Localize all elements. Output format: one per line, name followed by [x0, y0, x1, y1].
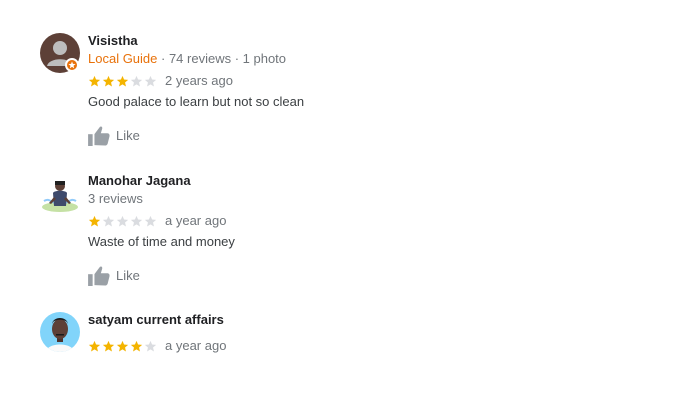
like-button[interactable]: Like [88, 265, 648, 287]
star-empty-icon [102, 215, 115, 226]
star-filled-icon [102, 75, 115, 86]
star-filled-icon [88, 340, 101, 351]
star-filled-icon [88, 215, 101, 226]
review-date: a year ago [165, 338, 227, 353]
author-meta: Local Guide · 74 reviews · 1 photo [88, 51, 648, 67]
star-empty-icon [144, 215, 157, 226]
review-body: satyam current affairs a year ago [88, 312, 648, 354]
like-button[interactable]: Like [88, 125, 648, 147]
review-body: Manohar Jagana 3 reviews a year ago Wast… [88, 173, 648, 287]
author-stats: 3 reviews [88, 191, 143, 206]
thumbs-up-icon [88, 266, 110, 286]
star-empty-icon [130, 215, 143, 226]
author-name[interactable]: Visistha [88, 33, 648, 49]
rating-row: 2 years ago [88, 73, 648, 89]
star-empty-icon [144, 340, 157, 351]
like-label: Like [116, 128, 140, 143]
author-stats: · 74 reviews · 1 photo [161, 51, 287, 66]
review-date: 2 years ago [165, 73, 233, 88]
star-filled-icon [102, 340, 115, 351]
star-empty-icon [116, 215, 129, 226]
avatar[interactable] [40, 312, 80, 352]
rating-row: a year ago [88, 213, 648, 229]
person-photo [40, 173, 80, 213]
review-text: Waste of time and money [88, 234, 235, 249]
author-meta: 3 reviews [88, 191, 648, 207]
local-guide-label: Local Guide [88, 51, 158, 66]
star-empty-icon [144, 75, 157, 86]
like-label: Like [116, 268, 140, 283]
person-photo [40, 312, 80, 352]
author-name[interactable]: satyam current affairs [88, 312, 648, 328]
star-filled-icon [116, 75, 129, 86]
local-guide-badge-icon [65, 58, 79, 72]
star-filled-icon [88, 75, 101, 86]
author-name[interactable]: Manohar Jagana [88, 173, 648, 189]
avatar[interactable] [40, 33, 80, 73]
review-date: a year ago [165, 213, 227, 228]
thumbs-up-icon [88, 126, 110, 146]
star-rating [88, 340, 158, 353]
rating-row: a year ago [88, 338, 648, 354]
star-filled-icon [130, 340, 143, 351]
star-rating [88, 75, 158, 88]
star-empty-icon [130, 75, 143, 86]
star-rating [88, 215, 158, 228]
star-filled-icon [116, 340, 129, 351]
review-text: Good palace to learn but not so clean [88, 94, 305, 109]
review-body: Visistha Local Guide · 74 reviews · 1 ph… [88, 33, 648, 147]
avatar[interactable] [40, 173, 80, 213]
